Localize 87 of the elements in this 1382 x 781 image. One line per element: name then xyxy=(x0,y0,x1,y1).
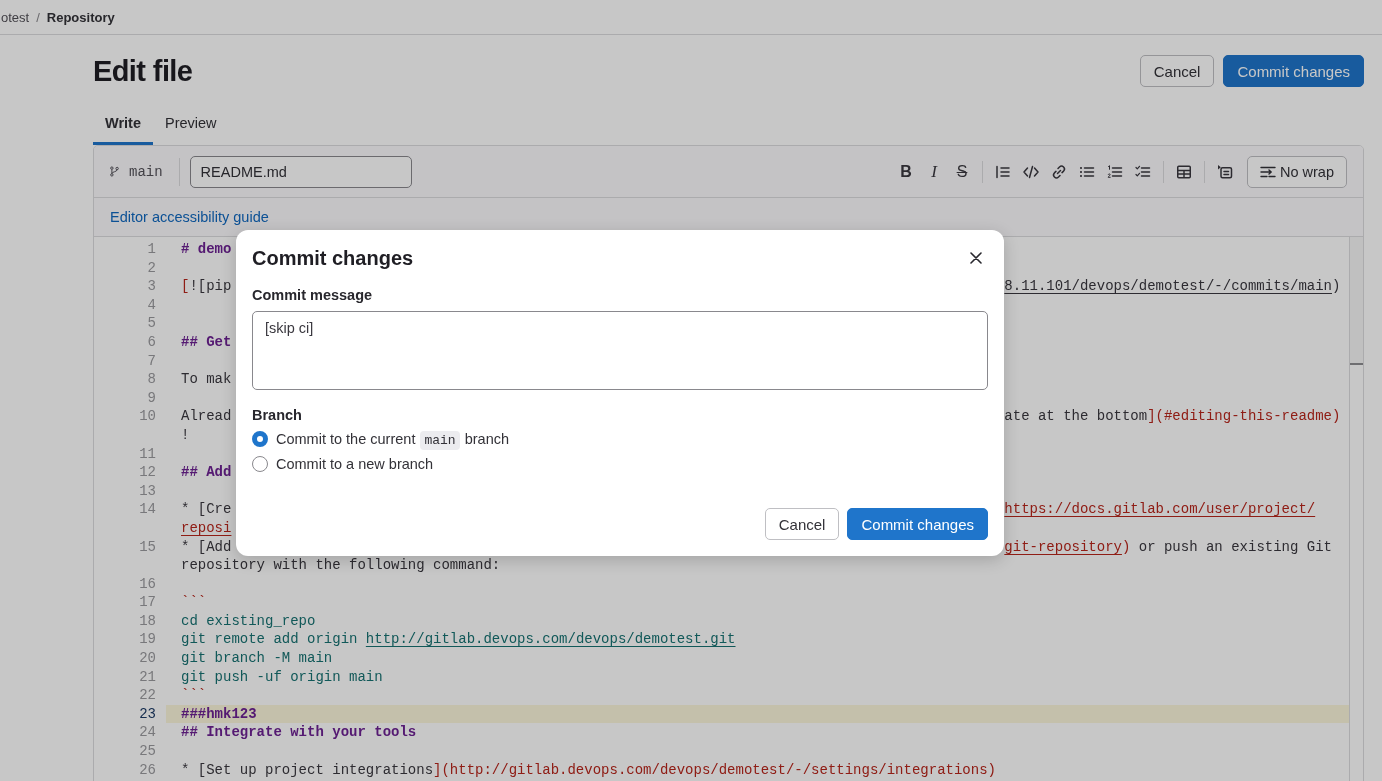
code-text: git remote add origin http://gitlab.devops.com/devops/demotest.git xyxy=(181,631,736,648)
page-title: Edit file xyxy=(93,54,193,89)
code-text: https://docs.gitlab.com/user/project/ xyxy=(1004,500,1316,519)
line-number: 22 xyxy=(139,686,157,705)
italic-button[interactable]: I xyxy=(920,157,948,186)
cancel-button[interactable]: Cancel xyxy=(1139,55,1215,87)
line-number: 7 xyxy=(147,351,157,371)
line-number: 11 xyxy=(139,444,157,464)
line-number: 8 xyxy=(147,370,157,389)
code-text: ###hmk123 xyxy=(181,705,257,722)
line-number: 15 xyxy=(139,537,157,557)
code-text: * [Set up project integrations](http://gitlab.devops.com/devops/demotest/-/settings/integrations) xyxy=(181,761,996,778)
field-label: Branch xyxy=(252,406,303,425)
code-text: * [Cre xyxy=(181,500,232,519)
line-number: 14 xyxy=(139,500,157,519)
commit-button[interactable]: Commit changes xyxy=(847,508,988,540)
code-text: 8.11.101/devops/demotest/-/commits/main) xyxy=(1004,277,1341,296)
breadcrumb-separator: / xyxy=(36,9,40,25)
quote-icon xyxy=(995,163,1011,180)
code-text: ``` xyxy=(181,594,207,611)
line-number: 1 xyxy=(147,240,157,259)
code-text: To mak xyxy=(181,371,232,388)
radio-button[interactable] xyxy=(252,456,268,472)
line-number: 9 xyxy=(147,388,157,408)
line-number: 18 xyxy=(139,611,157,631)
radio-button[interactable] xyxy=(252,431,268,447)
code-text: git-repository) or push an existing Git xyxy=(1004,537,1332,557)
field-label: Commit message xyxy=(252,286,374,305)
close-icon xyxy=(970,252,982,264)
code-text: Alread xyxy=(181,407,232,426)
line-number: 23 xyxy=(139,704,157,724)
link-icon xyxy=(1051,163,1067,180)
line-number: 12 xyxy=(139,463,157,482)
code-text: ate at the bottom](#editing-this-readme) xyxy=(1004,407,1341,426)
code-text: repository with the following command: xyxy=(181,557,501,574)
document-lines-icon xyxy=(1217,163,1233,180)
commit-message-field[interactable]: [skip ci] xyxy=(252,311,988,390)
code-text: git branch -M main xyxy=(181,650,333,667)
branch-icon xyxy=(110,166,119,177)
line-number: 13 xyxy=(139,481,157,501)
no-wrap-button[interactable]: No wrap xyxy=(1247,155,1347,188)
radio-label[interactable]: Commit to the current main branch xyxy=(276,430,510,448)
line-number: 25 xyxy=(139,742,157,761)
code-text: cd existing_repo xyxy=(181,612,316,629)
cancel-button[interactable]: Cancel xyxy=(764,508,840,540)
line-number: 17 xyxy=(139,593,157,612)
breadcrumb-link[interactable]: Repository xyxy=(46,9,115,25)
accessibility-guide-link[interactable]: Editor accessibility guide xyxy=(110,209,269,225)
strikethrough-button[interactable]: S xyxy=(948,157,976,186)
code-text: reposi xyxy=(181,519,232,536)
code-text: ## Get xyxy=(181,333,232,350)
code-text: [![pip xyxy=(181,277,232,296)
code-text: ! xyxy=(181,426,190,443)
breadcrumb-link[interactable]: otest xyxy=(1,9,30,25)
table-icon xyxy=(1176,163,1192,180)
code-text: # demo xyxy=(181,241,232,257)
scrollbar-thumb[interactable] xyxy=(1350,237,1363,365)
scrollbar[interactable] xyxy=(1349,237,1363,781)
code-text: ## Add xyxy=(181,464,232,481)
code-icon xyxy=(1023,163,1039,180)
line-number: 19 xyxy=(139,630,157,650)
line-number: 2 xyxy=(147,258,157,278)
line-number: 16 xyxy=(139,574,157,594)
text-wrap-icon xyxy=(1260,164,1276,179)
tab[interactable]: Write xyxy=(93,100,153,145)
line-number: 6 xyxy=(147,332,157,352)
line-number: 5 xyxy=(147,314,157,333)
bold-button[interactable]: B xyxy=(892,157,920,186)
line-number: 26 xyxy=(139,760,157,780)
line-number: 4 xyxy=(147,295,157,315)
code-text: ``` xyxy=(181,687,207,704)
code-text: ## Integrate with your tools xyxy=(181,724,417,741)
radio-label[interactable]: Commit to a new branch xyxy=(276,456,434,472)
task-list-icon xyxy=(1135,163,1151,180)
line-number: 3 xyxy=(147,277,157,296)
dialog-title: Commit changes xyxy=(252,246,414,271)
code-text: git push -uf origin main xyxy=(181,668,383,685)
line-number: 21 xyxy=(139,667,157,687)
numbered-list-icon xyxy=(1107,163,1123,180)
tab[interactable]: Preview xyxy=(153,100,229,145)
code-text: * [Add xyxy=(181,537,232,557)
line-number: 10 xyxy=(139,407,157,426)
file-name-field[interactable]: README.md xyxy=(189,155,412,188)
branch-name: main xyxy=(129,163,163,180)
commit-button[interactable]: Commit changes xyxy=(1223,55,1364,87)
line-number: 24 xyxy=(139,723,157,743)
line-number: 20 xyxy=(139,649,157,668)
